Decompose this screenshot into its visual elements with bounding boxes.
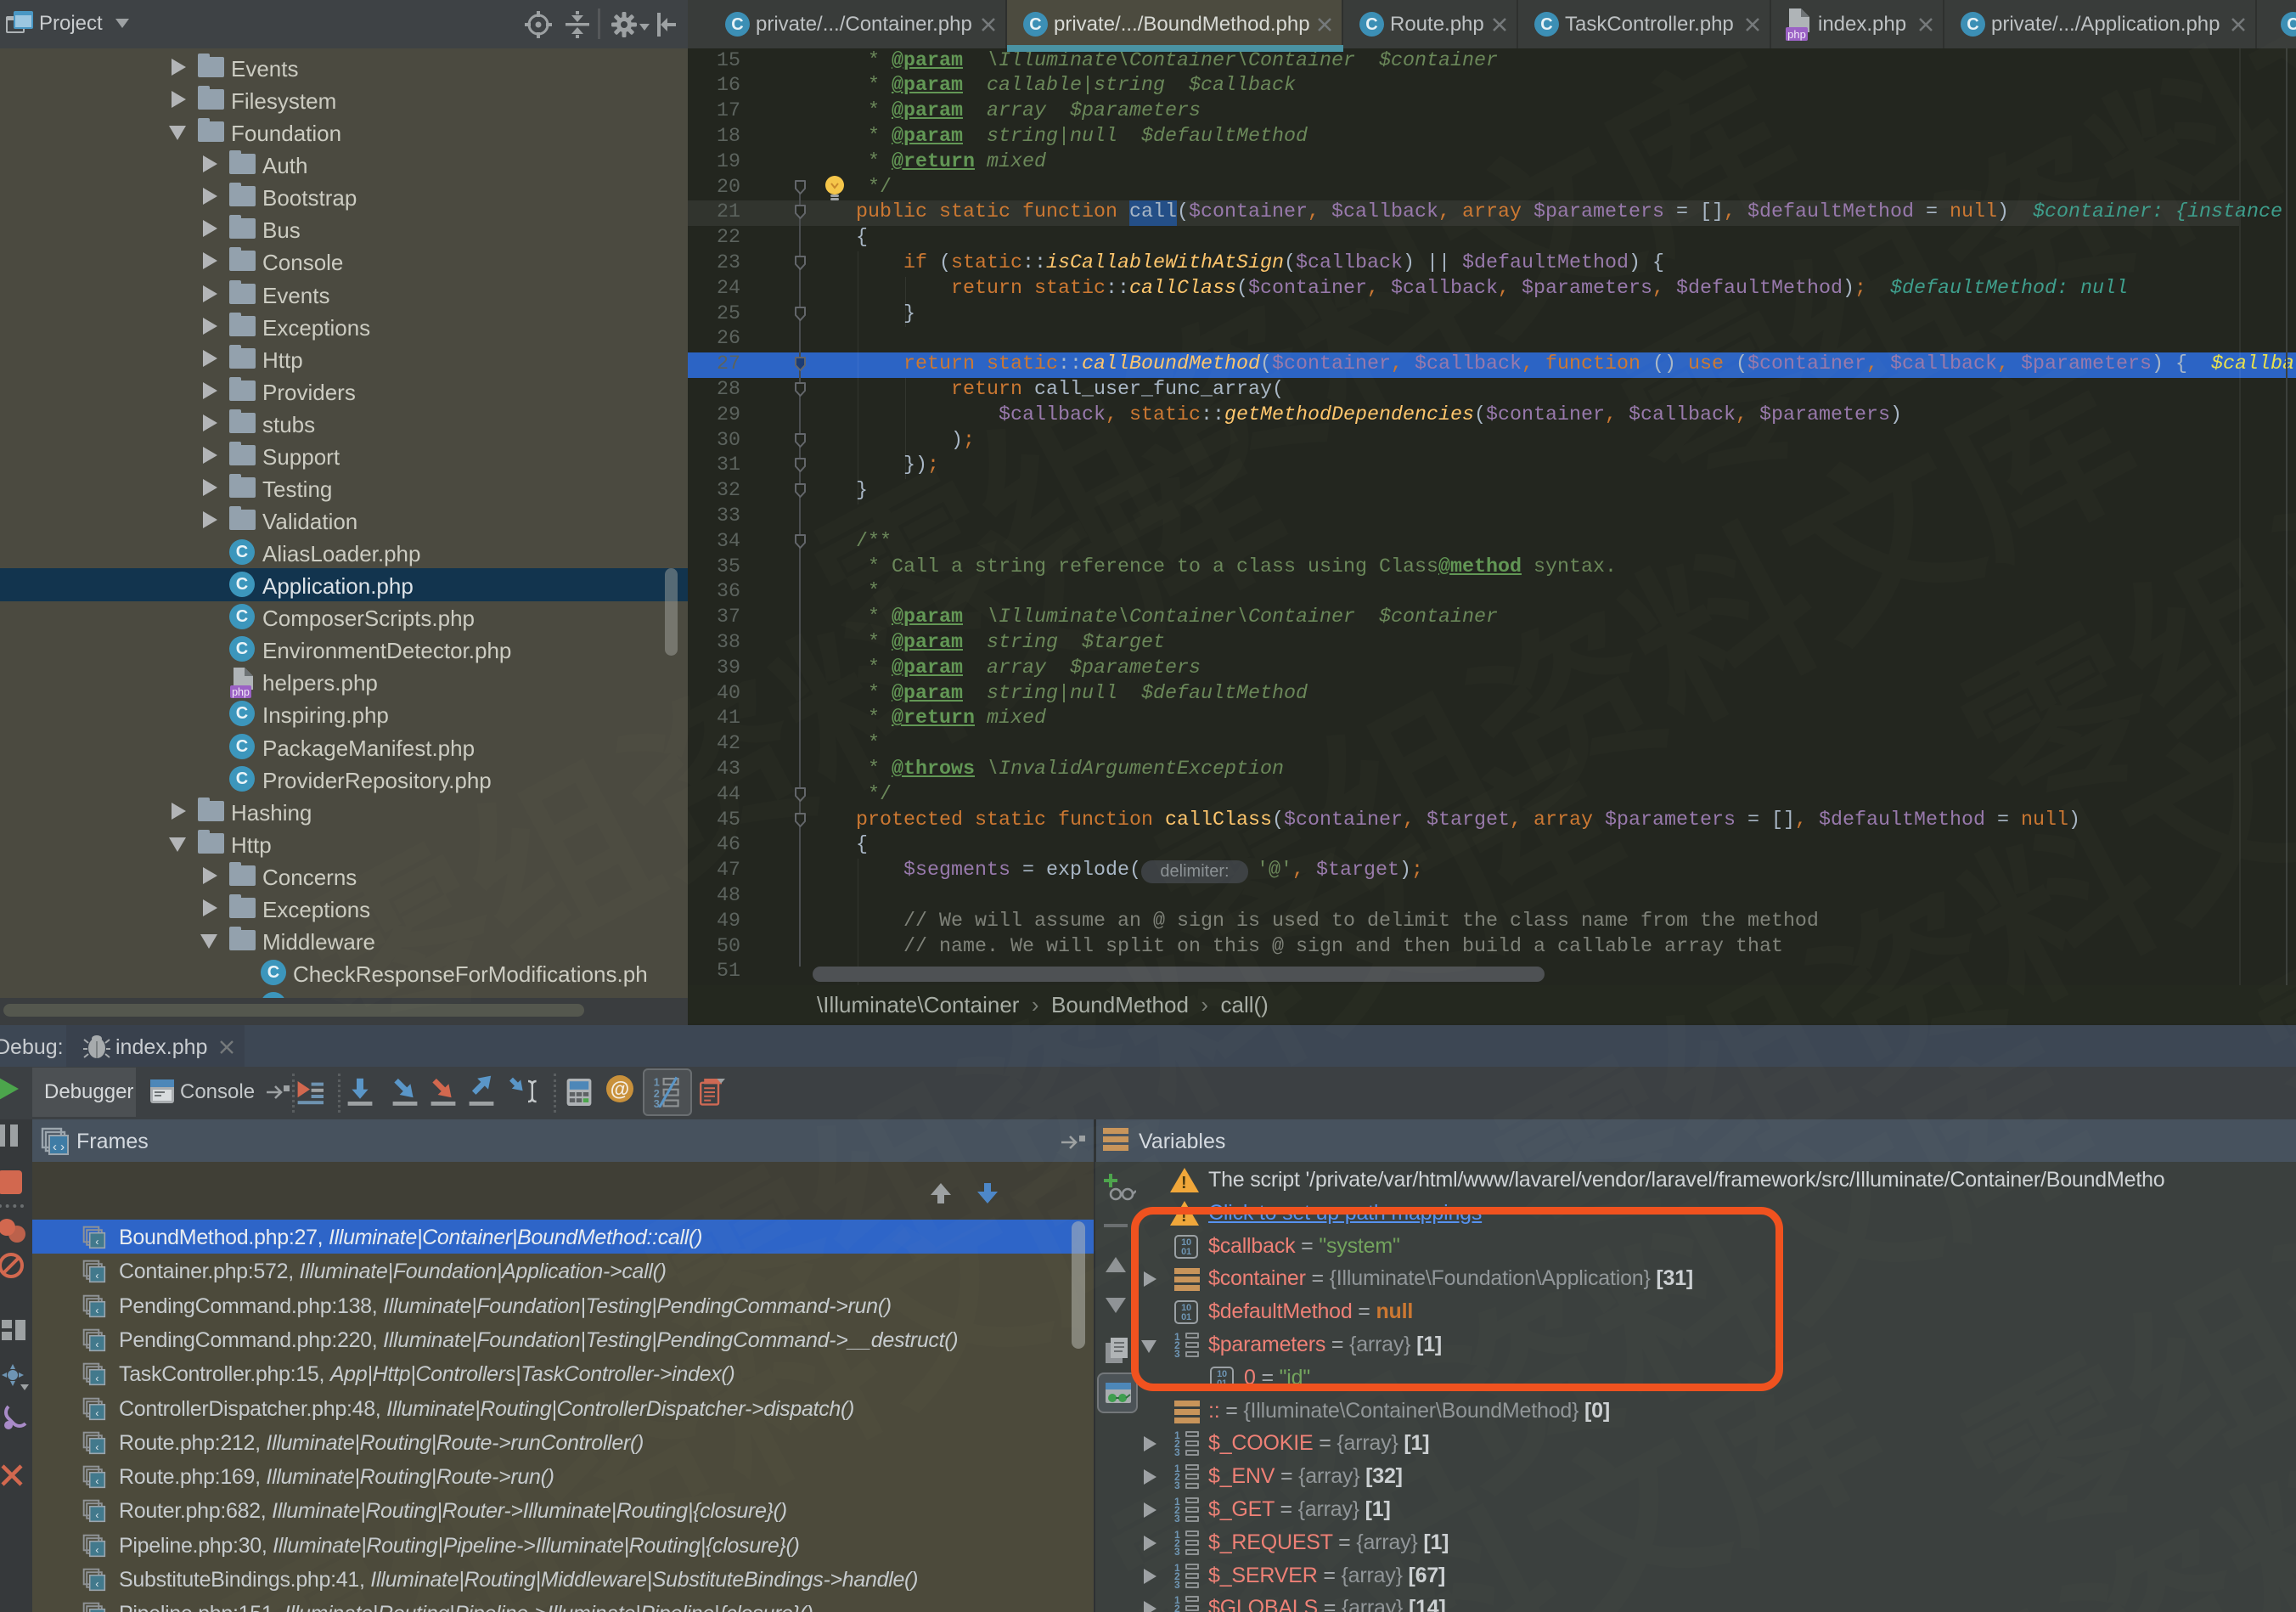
svg-text:‹: ‹ bbox=[94, 1237, 100, 1248]
svg-text:‹›: ‹› bbox=[51, 1141, 66, 1155]
svg-text:‹: ‹ bbox=[94, 1373, 100, 1385]
svg-text:‹: ‹ bbox=[94, 1305, 100, 1316]
svg-text:php: php bbox=[232, 686, 250, 698]
svg-text:‹: ‹ bbox=[94, 1271, 100, 1282]
svg-text:‹: ‹ bbox=[94, 1339, 100, 1351]
svg-text:3: 3 bbox=[654, 1097, 660, 1108]
svg-text:‹: ‹ bbox=[94, 1544, 100, 1556]
svg-text:‹: ‹ bbox=[94, 1442, 100, 1454]
svg-text:‹: ‹ bbox=[94, 1579, 100, 1591]
svg-text:php: php bbox=[1787, 28, 1806, 41]
svg-text:‹: ‹ bbox=[94, 1407, 100, 1419]
svg-text:‹: ‹ bbox=[94, 1510, 100, 1522]
svg-text:‹: ‹ bbox=[94, 1476, 100, 1488]
